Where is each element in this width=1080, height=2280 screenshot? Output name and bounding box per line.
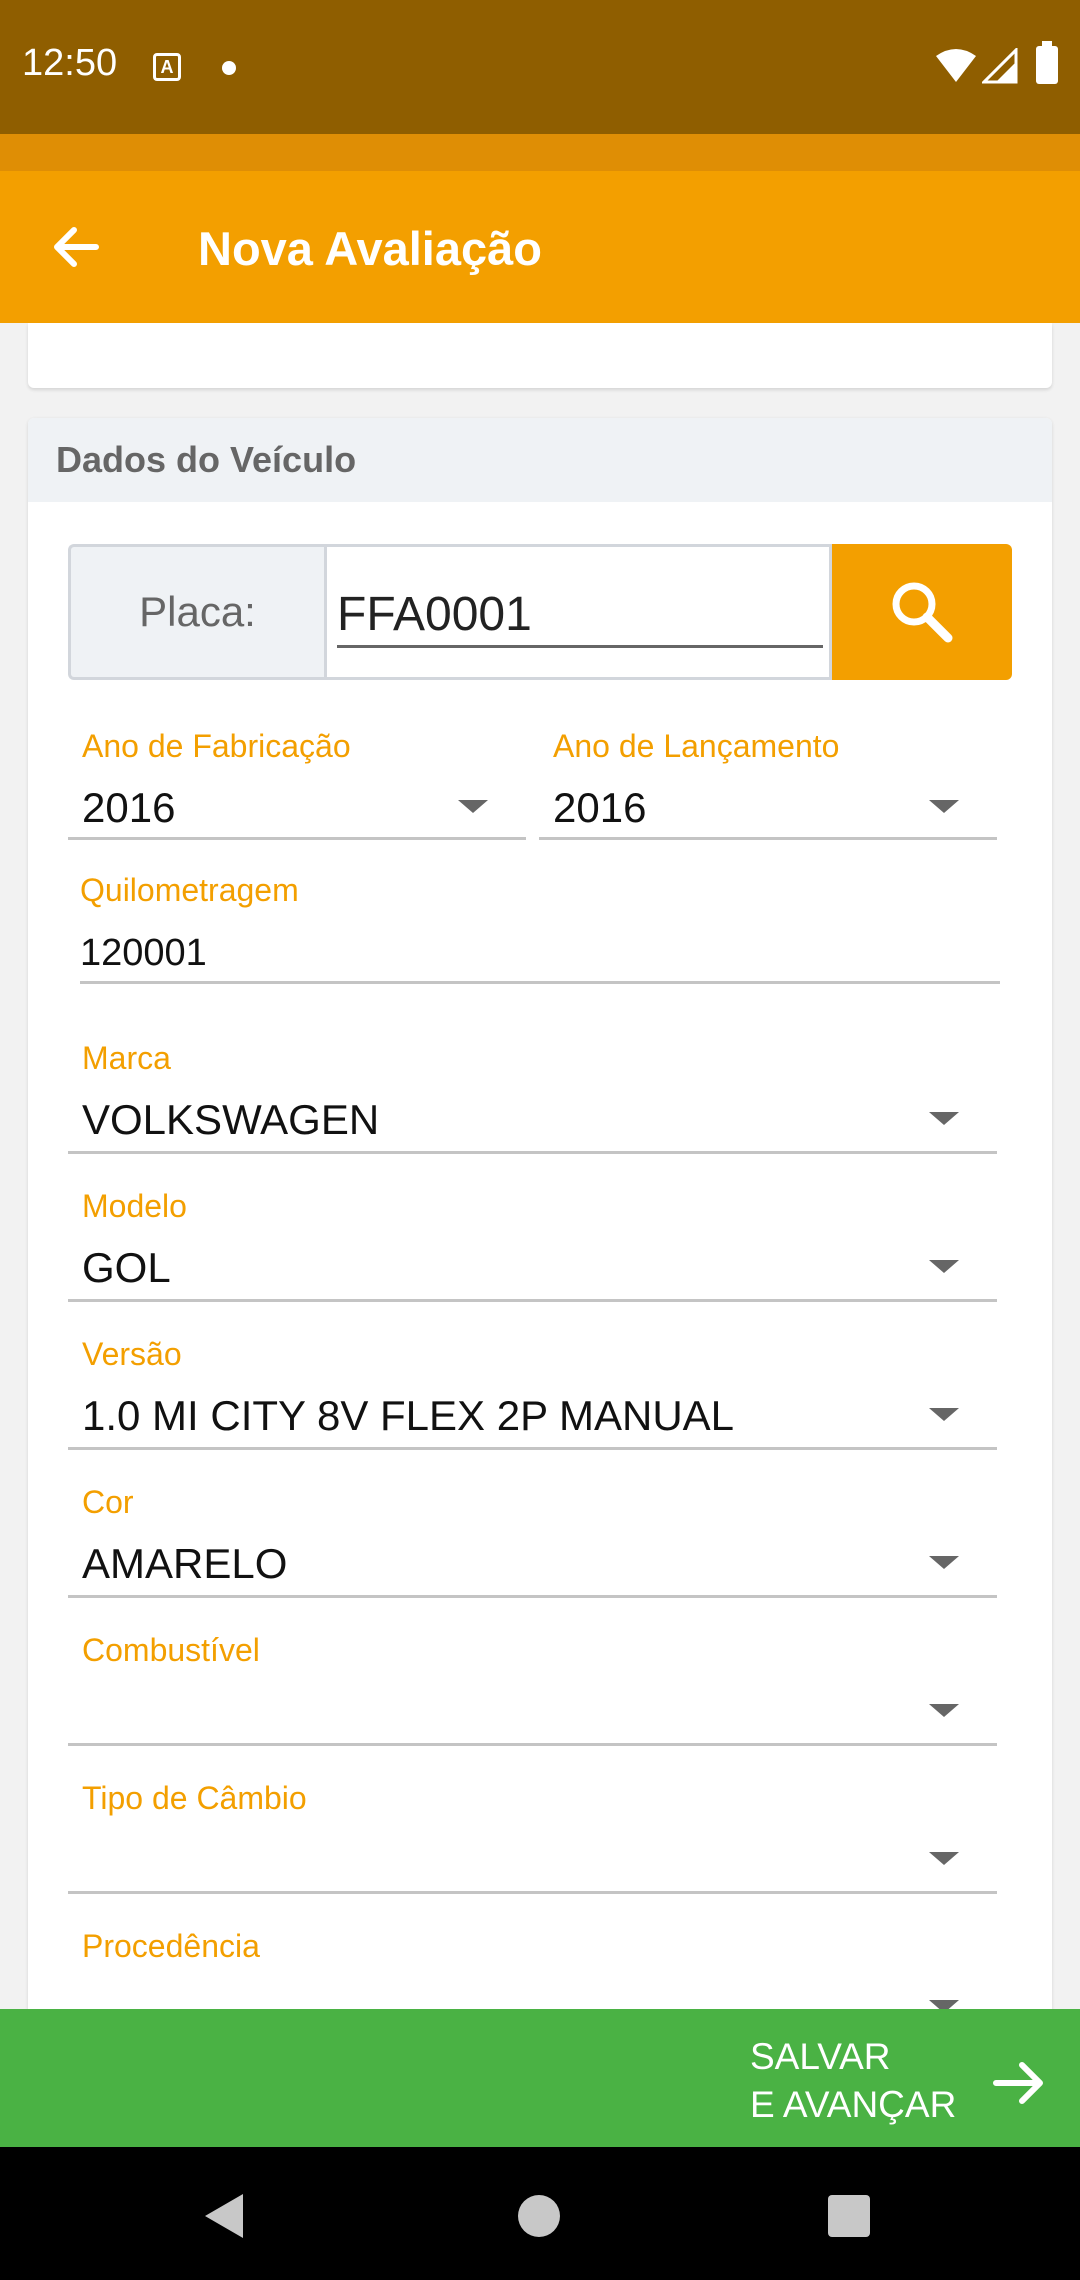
status-time: 12:50 xyxy=(22,42,118,84)
quilometragem-field[interactable]: Quilometragem 120001 xyxy=(80,872,1000,984)
chevron-down-icon xyxy=(929,1556,959,1569)
combustivel-label: Combustível xyxy=(82,1632,260,1668)
battery-icon xyxy=(1036,41,1058,84)
quilometragem-value: 120001 xyxy=(80,932,207,974)
cor-label: Cor xyxy=(82,1484,134,1520)
field-underline xyxy=(80,981,1000,984)
field-underline xyxy=(539,837,997,840)
toolbar-shadow-strip xyxy=(0,134,1080,171)
chevron-down-icon xyxy=(929,1260,959,1273)
chevron-down-icon xyxy=(458,800,488,813)
modelo-value: GOL xyxy=(82,1244,171,1291)
app-bar: Nova Avaliação xyxy=(0,171,1080,323)
save-and-continue-label: SALVAR E AVANÇAR xyxy=(750,2036,957,2125)
field-underline xyxy=(68,1743,997,1746)
ano-fabricacao-select[interactable]: Ano de Fabricação 2016 xyxy=(68,728,526,840)
versao-value: 1.0 MI CITY 8V FLEX 2P MANUAL xyxy=(82,1392,735,1439)
nav-back-icon[interactable] xyxy=(203,2192,245,2240)
quilometragem-label: Quilometragem xyxy=(80,872,299,908)
ano-lancamento-label: Ano de Lançamento xyxy=(553,728,840,764)
plate-input[interactable] xyxy=(337,583,823,648)
tipo-cambio-label: Tipo de Câmbio xyxy=(82,1780,307,1816)
status-bar: 12:50 A xyxy=(0,0,1080,134)
ano-lancamento-value: 2016 xyxy=(553,784,647,831)
plate-label: Placa: xyxy=(68,544,324,680)
back-arrow-icon[interactable] xyxy=(46,217,106,277)
chevron-down-icon xyxy=(929,1408,959,1421)
signal-icon xyxy=(982,48,1018,84)
marca-label: Marca xyxy=(82,1040,171,1076)
ano-lancamento-select[interactable]: Ano de Lançamento 2016 xyxy=(539,728,997,840)
modelo-select[interactable]: Modelo GOL xyxy=(68,1188,997,1302)
field-underline xyxy=(68,837,526,840)
field-underline xyxy=(68,1595,997,1598)
search-icon xyxy=(892,582,953,643)
page-title: Nova Avaliação xyxy=(198,222,542,275)
field-underline xyxy=(68,1447,997,1450)
notification-icon: A xyxy=(153,53,181,81)
search-plate-button[interactable] xyxy=(832,544,1012,680)
vehicle-data-card: Dados do Veículo Placa: Ano de Fabricaçã… xyxy=(28,418,1052,2042)
arrow-right-icon xyxy=(993,2062,1043,2104)
nav-recents-icon[interactable] xyxy=(828,2195,870,2237)
notification-dot-icon xyxy=(222,61,236,75)
chevron-down-icon xyxy=(929,1704,959,1717)
previous-card xyxy=(28,323,1052,388)
nav-home-icon[interactable] xyxy=(518,2195,560,2237)
chevron-down-icon xyxy=(929,1112,959,1125)
field-underline xyxy=(68,1299,997,1302)
cor-value: AMARELO xyxy=(82,1540,288,1587)
screen: 12:50 A Nova Avaliação Dados do Veículo … xyxy=(0,0,1080,2280)
chevron-down-icon xyxy=(929,800,959,813)
plate-input-group: Placa: xyxy=(68,544,1012,680)
plate-input-wrapper xyxy=(324,544,832,680)
field-underline xyxy=(68,1891,997,1894)
system-navigation-bar xyxy=(0,2147,1080,2280)
field-underline xyxy=(68,1151,997,1154)
marca-select[interactable]: Marca VOLKSWAGEN xyxy=(68,1040,997,1154)
marca-value: VOLKSWAGEN xyxy=(82,1096,380,1143)
versao-label: Versão xyxy=(82,1336,182,1372)
versao-select[interactable]: Versão 1.0 MI CITY 8V FLEX 2P MANUAL xyxy=(68,1336,997,1450)
combustivel-select[interactable]: Combustível xyxy=(68,1632,997,1746)
cor-select[interactable]: Cor AMARELO xyxy=(68,1484,997,1598)
tipo-cambio-select[interactable]: Tipo de Câmbio xyxy=(68,1780,997,1894)
ano-fabricacao-value: 2016 xyxy=(82,784,176,831)
save-and-continue-button[interactable]: SALVAR E AVANÇAR xyxy=(0,2009,1080,2147)
ano-fabricacao-label: Ano de Fabricação xyxy=(82,728,351,764)
modelo-label: Modelo xyxy=(82,1188,187,1224)
wifi-icon xyxy=(936,49,976,82)
chevron-down-icon xyxy=(929,1852,959,1865)
section-title: Dados do Veículo xyxy=(28,418,1052,502)
procedencia-label: Procedência xyxy=(82,1928,260,1964)
